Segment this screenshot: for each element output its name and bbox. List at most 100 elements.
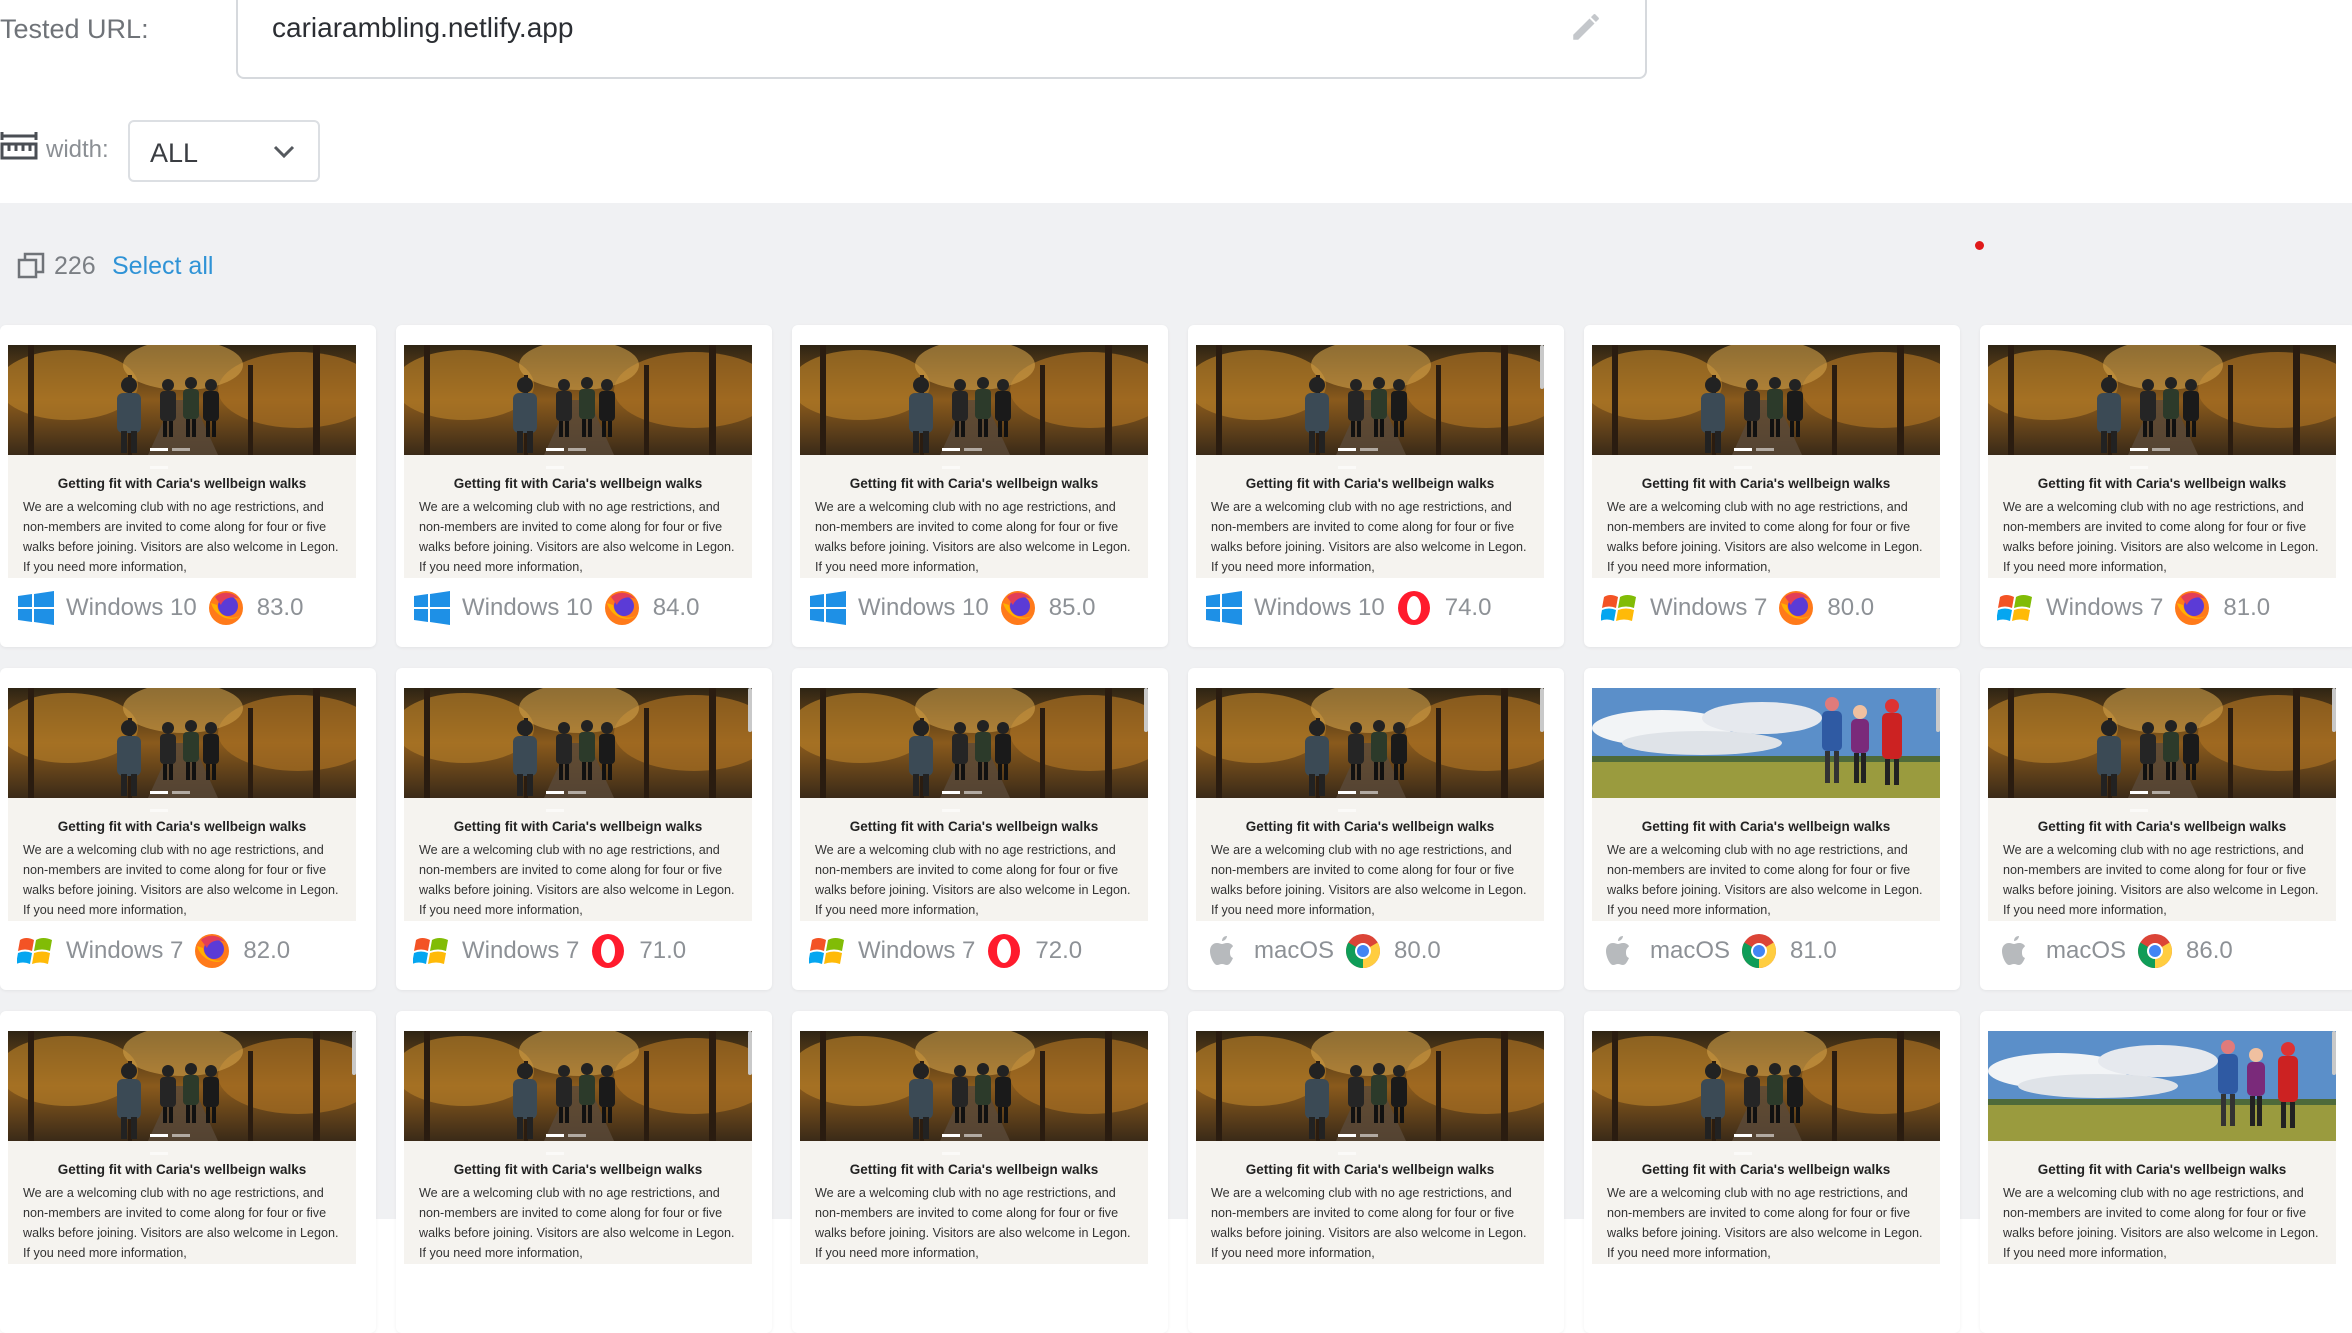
os-name: Windows 10 xyxy=(462,594,593,621)
screenshot-title: Getting fit with Caria's wellbeign walks xyxy=(57,819,307,834)
screenshot-scrollbar xyxy=(1936,688,1940,732)
screenshot-body: We are a welcoming club with no age rest… xyxy=(23,843,339,917)
opera-icon xyxy=(1395,589,1433,627)
browser-version: 80.0 xyxy=(1394,937,1441,964)
page-screenshot-thumbnail: Getting fit with Caria's wellbeign walks… xyxy=(1988,688,2336,921)
os-name: macOS xyxy=(1254,937,1335,964)
screenshot-body: We are a welcoming club with no age rest… xyxy=(815,843,1131,917)
os-name: Windows 10 xyxy=(66,594,197,621)
carousel-indicator xyxy=(942,781,1006,812)
browser-version: 71.0 xyxy=(639,937,687,964)
screenshot-body: We are a welcoming club with no age rest… xyxy=(1607,1186,1923,1260)
result-card[interactable]: Getting fit with Caria's wellbeign walks… xyxy=(0,668,376,990)
browser-version: 80.0 xyxy=(1827,594,1875,621)
screenshot-body: We are a welcoming club with no age rest… xyxy=(23,1186,339,1260)
windows7-icon xyxy=(412,933,452,969)
result-card[interactable]: Getting fit with Caria's wellbeign walks… xyxy=(792,325,1168,647)
screenshot-title: Getting fit with Caria's wellbeign walks xyxy=(453,1162,703,1177)
carousel-indicator xyxy=(1338,1124,1402,1155)
browser-version: 74.0 xyxy=(1444,594,1492,621)
chrome-icon xyxy=(2136,932,2174,970)
screenshot-title: Getting fit with Caria's wellbeign walks xyxy=(2037,1162,2287,1177)
result-card[interactable]: Getting fit with Caria's wellbeign walks… xyxy=(396,325,772,647)
carousel-indicator xyxy=(150,438,214,469)
result-card[interactable]: Getting fit with Caria's wellbeign walks… xyxy=(1980,668,2352,990)
screenshot-body: We are a welcoming club with no age rest… xyxy=(1607,500,1923,574)
screenshot-title: Getting fit with Caria's wellbeign walks xyxy=(1641,1162,1891,1177)
result-card[interactable]: Getting fit with Caria's wellbeign walks… xyxy=(1584,1011,1960,1333)
carousel-indicator xyxy=(1734,1124,1798,1155)
firefox-icon xyxy=(603,589,641,627)
screenshot-title: Getting fit with Caria's wellbeign walks xyxy=(849,819,1099,834)
select-multiple-icon[interactable] xyxy=(16,251,46,281)
page-screenshot-thumbnail: Getting fit with Caria's wellbeign walks… xyxy=(1988,1031,2336,1264)
screenshot-title: Getting fit with Caria's wellbeign walks xyxy=(1641,819,1891,834)
page-screenshot-thumbnail: Getting fit with Caria's wellbeign walks… xyxy=(404,688,752,921)
os-name: Windows 7 xyxy=(1650,594,1768,621)
carousel-indicator xyxy=(942,438,1006,469)
result-environment: Windows 10 85.0 xyxy=(808,588,1095,628)
carousel-indicator xyxy=(1338,781,1402,812)
carousel-indicator xyxy=(942,1124,1006,1155)
carousel-indicator xyxy=(546,781,610,812)
page-screenshot-thumbnail: Getting fit with Caria's wellbeign walks… xyxy=(404,345,752,578)
result-card[interactable]: Getting fit with Caria's wellbeign walks… xyxy=(1188,668,1564,990)
screenshot-title: Getting fit with Caria's wellbeign walks xyxy=(1245,476,1495,491)
screenshot-body: We are a welcoming club with no age rest… xyxy=(419,500,735,574)
result-card[interactable]: Getting fit with Caria's wellbeign walks… xyxy=(1188,1011,1564,1333)
firefox-icon xyxy=(207,589,245,627)
page-screenshot-thumbnail: Getting fit with Caria's wellbeign walks… xyxy=(1196,1031,1544,1264)
carousel-indicator xyxy=(150,781,214,812)
carousel-indicator xyxy=(2130,781,2194,812)
page-screenshot-thumbnail: Getting fit with Caria's wellbeign walks… xyxy=(1592,345,1940,578)
result-card[interactable]: Getting fit with Caria's wellbeign walks… xyxy=(1980,325,2352,647)
browser-version: 72.0 xyxy=(1035,937,1083,964)
screenshot-title: Getting fit with Caria's wellbeign walks xyxy=(57,476,307,491)
os-name: macOS xyxy=(1650,937,1731,964)
carousel-indicator xyxy=(546,438,610,469)
os-name: Windows 10 xyxy=(858,594,989,621)
page-screenshot-thumbnail: Getting fit with Caria's wellbeign walks… xyxy=(1592,688,1940,921)
screenshot-body: We are a welcoming club with no age rest… xyxy=(419,843,735,917)
result-card[interactable]: Getting fit with Caria's wellbeign walks… xyxy=(1584,325,1960,647)
os-name: Windows 7 xyxy=(462,937,580,964)
width-select[interactable]: ALL xyxy=(128,120,320,182)
result-card[interactable]: Getting fit with Caria's wellbeign walks… xyxy=(0,1011,376,1333)
width-label: width: xyxy=(46,136,109,163)
result-count: 226 xyxy=(54,252,96,280)
screenshot-body: We are a welcoming club with no age rest… xyxy=(2003,1186,2319,1260)
result-card[interactable]: Getting fit with Caria's wellbeign walks… xyxy=(396,1011,772,1333)
pencil-icon[interactable] xyxy=(1569,10,1603,44)
windows7-icon xyxy=(1600,590,1640,626)
result-card[interactable]: Getting fit with Caria's wellbeign walks… xyxy=(1188,325,1564,647)
screenshot-body: We are a welcoming club with no age rest… xyxy=(1211,1186,1527,1260)
result-card[interactable]: Getting fit with Caria's wellbeign walks… xyxy=(1584,668,1960,990)
browser-version: 86.0 xyxy=(2186,937,2233,964)
os-name: Windows 7 xyxy=(858,937,976,964)
screenshot-title: Getting fit with Caria's wellbeign walks xyxy=(2037,476,2287,491)
browser-version: 83.0 xyxy=(256,594,304,621)
result-environment: Windows 7 72.0 xyxy=(808,931,1082,971)
apple-icon xyxy=(1204,933,1244,969)
screenshot-body: We are a welcoming club with no age rest… xyxy=(815,500,1131,574)
browser-version: 82.0 xyxy=(243,937,291,964)
result-card[interactable]: Getting fit with Caria's wellbeign walks… xyxy=(792,668,1168,990)
screenshot-scrollbar xyxy=(352,1031,356,1075)
tested-url-field[interactable]: cariarambling.netlify.app xyxy=(236,0,1647,79)
page-screenshot-thumbnail: Getting fit with Caria's wellbeign walks… xyxy=(8,688,356,921)
opera-icon xyxy=(589,932,627,970)
page-screenshot-thumbnail: Getting fit with Caria's wellbeign walks… xyxy=(800,345,1148,578)
result-card[interactable]: Getting fit with Caria's wellbeign walks… xyxy=(396,668,772,990)
tested-url-value: cariarambling.netlify.app xyxy=(272,12,574,43)
select-all-link[interactable]: Select all xyxy=(112,252,213,281)
result-card[interactable]: Getting fit with Caria's wellbeign walks… xyxy=(792,1011,1168,1333)
windows10-icon xyxy=(16,590,56,626)
firefox-icon xyxy=(2173,589,2211,627)
screenshot-scrollbar xyxy=(1540,688,1544,732)
carousel-indicator xyxy=(1338,438,1402,469)
screenshot-body: We are a welcoming club with no age rest… xyxy=(23,500,339,574)
result-environment: Windows 10 74.0 xyxy=(1204,588,1491,628)
result-card[interactable]: Getting fit with Caria's wellbeign walks… xyxy=(1980,1011,2352,1333)
result-card[interactable]: Getting fit with Caria's wellbeign walks… xyxy=(0,325,376,647)
page-screenshot-thumbnail: Getting fit with Caria's wellbeign walks… xyxy=(8,345,356,578)
